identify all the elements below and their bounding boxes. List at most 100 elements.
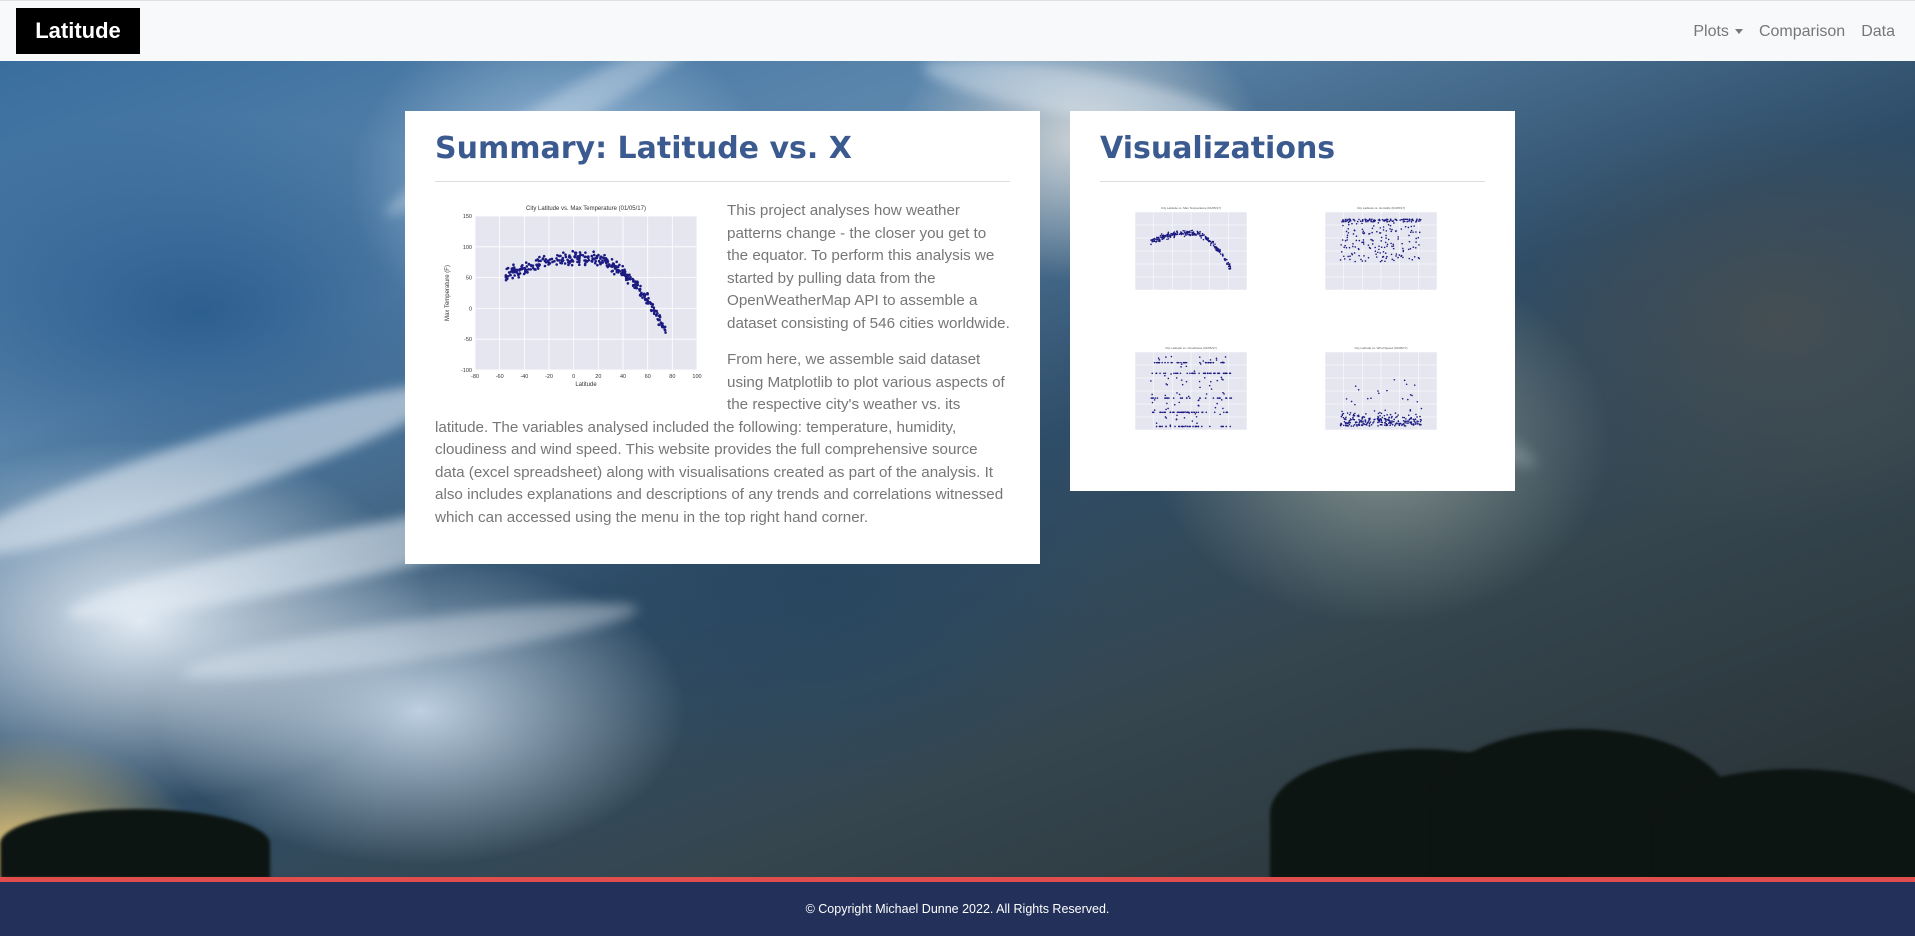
data-point — [525, 271, 529, 274]
data-point — [1222, 425, 1225, 428]
data-point — [1397, 256, 1399, 259]
summary-title: Summary: Latitude vs. X — [435, 131, 1010, 182]
data-point — [1155, 425, 1158, 428]
data-point — [1393, 222, 1395, 224]
data-point — [1355, 424, 1358, 426]
data-point — [1182, 411, 1185, 414]
data-point — [1158, 238, 1161, 240]
data-point — [1339, 259, 1342, 261]
data-point — [1180, 363, 1183, 365]
data-point — [632, 278, 635, 282]
data-point — [587, 256, 590, 260]
data-point — [531, 264, 535, 267]
data-point — [1374, 250, 1377, 253]
data-point — [1347, 255, 1349, 258]
nav-plots-dropdown[interactable]: Plots — [1693, 23, 1743, 41]
data-point — [1410, 422, 1412, 425]
data-point — [509, 273, 512, 277]
data-point — [1402, 256, 1404, 259]
data-point — [1212, 397, 1215, 399]
navbar: Latitude Plots Comparison Data — [0, 0, 1915, 61]
data-point — [1200, 425, 1203, 428]
data-point — [657, 323, 661, 327]
data-point — [1400, 228, 1403, 230]
data-point — [1389, 421, 1392, 424]
data-point — [1186, 397, 1188, 399]
data-point — [1356, 220, 1359, 223]
data-point — [1198, 372, 1200, 375]
data-point — [1372, 225, 1375, 227]
data-point — [577, 263, 581, 267]
data-point — [536, 267, 540, 270]
data-point — [1362, 420, 1364, 423]
brand-logo-link[interactable]: Latitude — [16, 8, 140, 54]
plot-area — [475, 216, 697, 370]
data-point — [1164, 361, 1166, 364]
data-point — [1419, 420, 1422, 423]
data-point — [1385, 257, 1387, 260]
data-point — [1151, 372, 1153, 375]
data-point — [1194, 372, 1196, 375]
data-point — [1168, 397, 1170, 399]
data-point — [1349, 411, 1352, 414]
data-point — [1197, 425, 1199, 428]
thumbnail-wind-speed[interactable]: City Latitude vs. Wind Speed (01/05/17) — [1315, 344, 1445, 444]
data-point — [626, 282, 630, 285]
data-point — [1361, 220, 1364, 222]
data-point — [1376, 230, 1378, 233]
data-point — [1223, 393, 1225, 395]
data-point — [1208, 384, 1211, 387]
data-point — [1166, 238, 1168, 241]
data-point — [1386, 389, 1388, 392]
data-point — [1203, 377, 1206, 379]
data-point — [1383, 246, 1386, 249]
data-point — [1341, 239, 1344, 241]
nav-comparison-link[interactable]: Comparison — [1759, 23, 1845, 41]
data-point — [610, 258, 614, 261]
data-point — [1157, 357, 1160, 360]
data-point — [624, 275, 628, 278]
x-tick-label: 40 — [620, 374, 626, 380]
data-point — [1167, 235, 1169, 238]
data-point — [1391, 415, 1393, 418]
thumbnail-max-temperature[interactable]: City Latitude vs. Max Temperature (01/05… — [1125, 204, 1255, 304]
thumbnail-humidity[interactable]: City Latitude vs. Humidity (01/05/17) — [1315, 204, 1445, 304]
data-point — [1418, 244, 1420, 246]
data-point — [1216, 379, 1219, 382]
data-point — [1348, 246, 1351, 249]
data-point — [1370, 238, 1372, 241]
data-point — [1191, 233, 1194, 235]
data-point — [1347, 223, 1350, 226]
data-point — [621, 264, 625, 268]
data-point — [1412, 219, 1414, 222]
nav-data-link[interactable]: Data — [1861, 23, 1895, 41]
data-point — [1170, 355, 1173, 358]
thumbnail-title: City Latitude vs. Humidity (01/05/17) — [1357, 206, 1405, 210]
data-point — [1370, 397, 1372, 400]
data-point — [1389, 228, 1391, 230]
data-point — [1165, 425, 1167, 428]
data-point — [612, 272, 616, 276]
data-point — [1378, 392, 1380, 395]
data-point — [1400, 254, 1403, 257]
data-point — [1405, 218, 1407, 221]
data-point — [1183, 425, 1185, 428]
data-point — [1395, 422, 1398, 425]
data-point — [1187, 233, 1189, 236]
data-point — [1222, 391, 1224, 394]
data-point — [1209, 372, 1212, 375]
data-point — [1386, 243, 1389, 246]
data-point — [1225, 397, 1227, 399]
data-point — [615, 260, 618, 264]
data-point — [1361, 424, 1363, 427]
data-point — [1378, 421, 1380, 423]
data-point — [590, 259, 593, 263]
data-point — [562, 251, 565, 254]
data-point — [523, 267, 527, 271]
data-point — [1386, 245, 1388, 248]
thumbnail-title: City Latitude vs. Wind Speed (01/05/17) — [1354, 346, 1407, 350]
data-point — [559, 254, 562, 258]
data-point — [521, 267, 524, 270]
data-point — [1363, 416, 1366, 419]
thumbnail-cloudiness[interactable]: City Latitude vs. Cloudiness (01/05/17) — [1125, 344, 1255, 444]
